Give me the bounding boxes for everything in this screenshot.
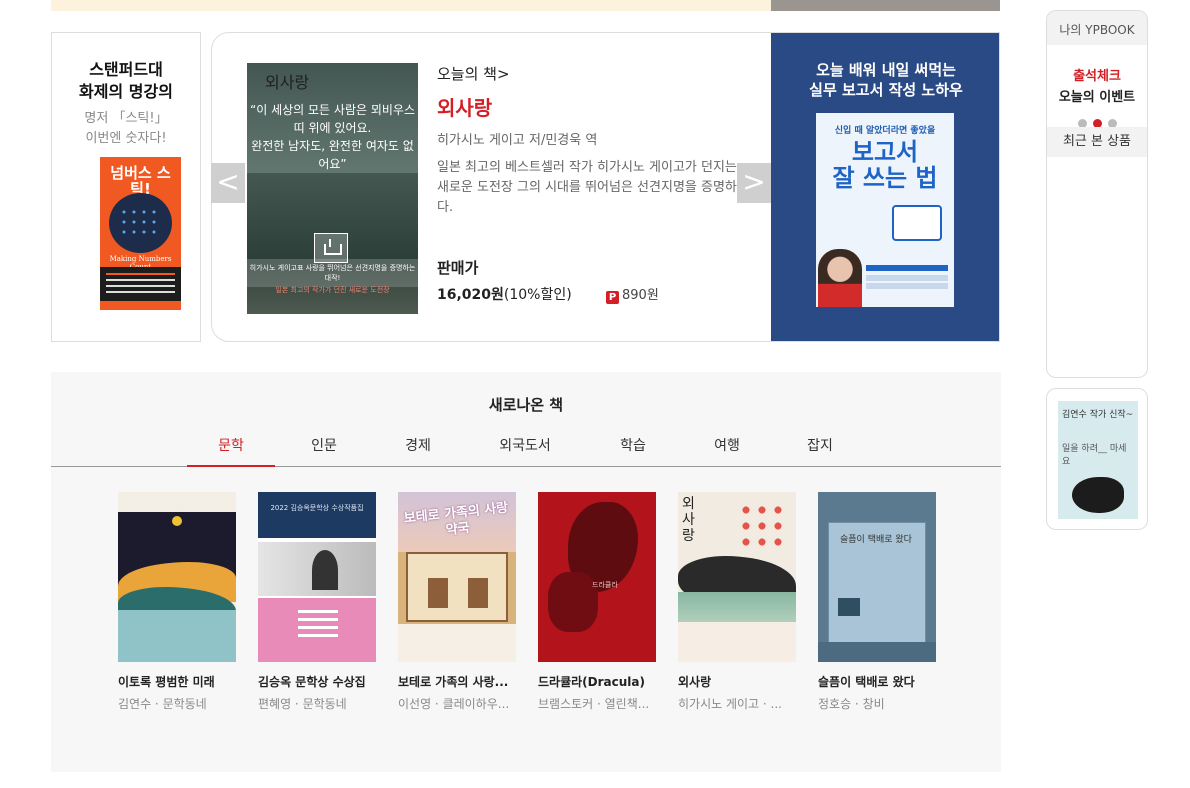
tab-foreign-books[interactable]: 외국도서 [481,435,569,455]
cover-band [100,267,181,301]
todays-event-link[interactable]: 오늘의 이벤트 [1047,86,1147,105]
cover-strip: 히가시노 게이고표 사랑을 뛰어넘은 선견지명을 증명하는 대작! [247,259,418,287]
flower-illustration [738,502,788,552]
book-meta: 브램스토커 · 열린책... [538,697,650,711]
left-promo-banner[interactable]: 스탠퍼드대 화제의 명강의 명저 「스틱!」 이번엔 숫자다! 넘버스 스틱! … [51,32,201,342]
ad-book-cover: 신입 때 알았더라면 좋았을 보고서 잘 쓰는 법 [816,113,954,307]
author-photo [818,249,862,307]
cover-text-lines [866,265,948,271]
book-title[interactable]: 슬픔이 택배로 왔다 [818,673,936,690]
featured-title[interactable]: 외사랑 [437,92,737,121]
cover-art [118,610,236,662]
tab-literature[interactable]: 문학 [187,435,275,455]
moon-illustration [172,516,182,526]
book-cover[interactable]: 외사랑 [678,492,796,662]
sidebar-promo[interactable]: 김연수 작가 신작~ 일을 하려__ 마세요 [1046,388,1148,530]
book-cover[interactable]: 슬픔이 택배로 왔다 [818,492,936,662]
tab-travel[interactable]: 여행 [683,435,771,455]
laptop-illustration [892,205,942,241]
book-item[interactable]: 이토록 평범한 미래 이토록 평범한 미래 김연수 · 문학동네 [118,492,236,712]
point-icon: P [606,291,619,304]
tab-humanities[interactable]: 인문 [280,435,368,455]
promo-subtitle: 명저 「스틱!」 이번엔 숫자다! [84,111,168,146]
cover-text: 2022 김승옥문학상 수상작품집 [270,504,364,512]
category-tabs: 문학 인문 경제 외국도서 학습 여행 잡지 [51,429,1001,467]
house-illustration [406,552,508,622]
book-item[interactable]: 2022 김승옥문학상 수상작품집 김승옥 문학상 수상집 편혜영 · 문학동네 [258,492,376,712]
ink-blot-illustration [1072,477,1124,513]
book-meta: 히가시노 게이고 · ... [678,697,782,711]
ad-headline: 오늘 배워 내일 써먹는 실무 보고서 작성 노하우 [809,61,963,99]
cover-art [818,642,936,662]
tab-magazine[interactable]: 잡지 [776,435,864,455]
report-writing-ad[interactable]: 오늘 배워 내일 써먹는 실무 보고서 작성 노하우 신입 때 알았더라면 좋았… [771,33,999,341]
featured-info: 오늘의 책> 외사랑 히가시노 게이고 저/민경욱 역 일본 최고의 베스트셀러… [437,63,737,218]
sidebar-promo-book: 김연수 작가 신작~ 일을 하려__ 마세요 [1058,401,1138,519]
tab-economy[interactable]: 경제 [374,435,462,455]
cover-strip-red: 일본 최고의 작가가 던진 새로운 도전장 [275,286,390,294]
price-label: 판매가 [437,259,479,277]
book-cover[interactable]: 이토록 평범한 미래 [118,492,236,662]
cover-text: 이토록 평범한 미래 [131,501,223,511]
next-arrow-button[interactable]: > [737,163,771,203]
ad-book-tag: 신입 때 알았더라면 좋았을 [834,126,936,136]
featured-author: 히가시노 게이고 저/민경욱 역 [437,133,598,148]
ad-book-title: 보고서 잘 쓰는 법 [832,138,938,192]
price-value: 16,020원 [437,287,504,303]
book-title[interactable]: 보테로 가족의 사랑... [398,673,516,690]
book-title[interactable]: 김승옥 문학상 수상집 [258,673,376,690]
price: 16,020원(10%할인) [437,284,572,304]
featured-book-cover[interactable]: 외사랑 “이 세상의 모든 사람은 뫼비우스 띠 위에 있어요. 완전한 남자도… [247,63,418,314]
dots-illustration [109,193,172,253]
attendance-check-link[interactable]: 출석체크 [1047,65,1147,84]
cover-art [258,598,376,662]
my-ypbook-link[interactable]: 나의 YPBOOK [1047,11,1147,45]
active-tab-underline [187,465,275,467]
book-cover[interactable]: 보테로 가족의 사랑 약국 [398,492,516,662]
book-item[interactable]: 보테로 가족의 사랑 약국 보테로 가족의 사랑... 이선영 · 클레이하우.… [398,492,516,712]
cover-badge [838,598,860,616]
sidebar-promo-title: 일을 하려__ 마세요 [1062,444,1127,467]
cover-art [398,624,516,662]
book-cover[interactable]: 드라큘라 [538,492,656,662]
todays-book-link[interactable]: 오늘의 책> [437,63,737,84]
top-banner-strip [51,0,771,11]
featured-description: 일본 최고의 베스트셀러 작가 히가시노 게이고가 던지는 새로운 도전장 그의… [437,160,737,215]
book-meta: 이선영 · 클레이하우... [398,697,510,711]
book-item[interactable]: 슬픔이 택배로 왔다 슬픔이 택배로 왔다 정호승 · 창비 [818,492,936,712]
new-books-section: 새로나온 책 문학 인문 경제 외국도서 학습 여행 잡지 이토록 평범한 미래… [51,372,1001,772]
cover-text: 슬픔이 택배로 왔다 [840,535,912,545]
sidebar-promo-tag: 김연수 작가 신작~ [1062,410,1134,420]
cover-art: 2022 김승옥문학상 수상작품집 [258,492,376,538]
book-meta: 편혜영 · 문학동네 [258,697,347,711]
book-item[interactable]: 외사랑 외사랑 히가시노 게이고 · ... [678,492,796,712]
promo-book-cover[interactable]: 넘버스 스틱! Making Numbers Count [100,157,181,310]
point: P 890원 [606,284,659,304]
cover-art [678,622,796,662]
top-banner-strip-dark [771,0,1000,11]
discount: (10%할인) [503,287,572,303]
book-title[interactable]: 외사랑 [678,673,796,690]
todays-book-card: 외사랑 “이 세상의 모든 사람은 뫼비우스 띠 위에 있어요. 완전한 남자도… [211,32,1000,342]
cover-quote: “이 세상의 모든 사람은 뫼비우스 띠 위에 있어요. 완전한 남자도, 완전… [250,103,415,171]
book-title[interactable]: 이토록 평범한 미래 [118,673,236,690]
quick-menu: 나의 YPBOOK 출석체크 오늘의 이벤트 최근 본 상품 [1046,10,1148,378]
section-title: 새로나온 책 [488,396,564,414]
tab-study[interactable]: 학습 [589,435,677,455]
author-photo [258,542,376,596]
book-title[interactable]: 드라큘라(Dracula) [538,673,656,690]
point-value: 890원 [622,288,659,303]
cover-text: 외사랑 [682,496,695,544]
book-meta: 정호승 · 창비 [818,697,885,711]
cover-text: 드라큘라 [592,581,618,589]
book-cover[interactable]: 2022 김승옥문학상 수상작품집 [258,492,376,662]
book-item[interactable]: 드라큘라 드라큘라(Dracula) 브램스토커 · 열린책... [538,492,656,712]
book-meta: 김연수 · 문학동네 [118,697,207,711]
recently-viewed-link[interactable]: 최근 본 상품 [1047,127,1147,157]
prev-arrow-button[interactable]: < [211,163,245,203]
promo-title: 스탠퍼드대 화제의 명강의 [79,60,173,101]
cover-art [548,572,598,632]
